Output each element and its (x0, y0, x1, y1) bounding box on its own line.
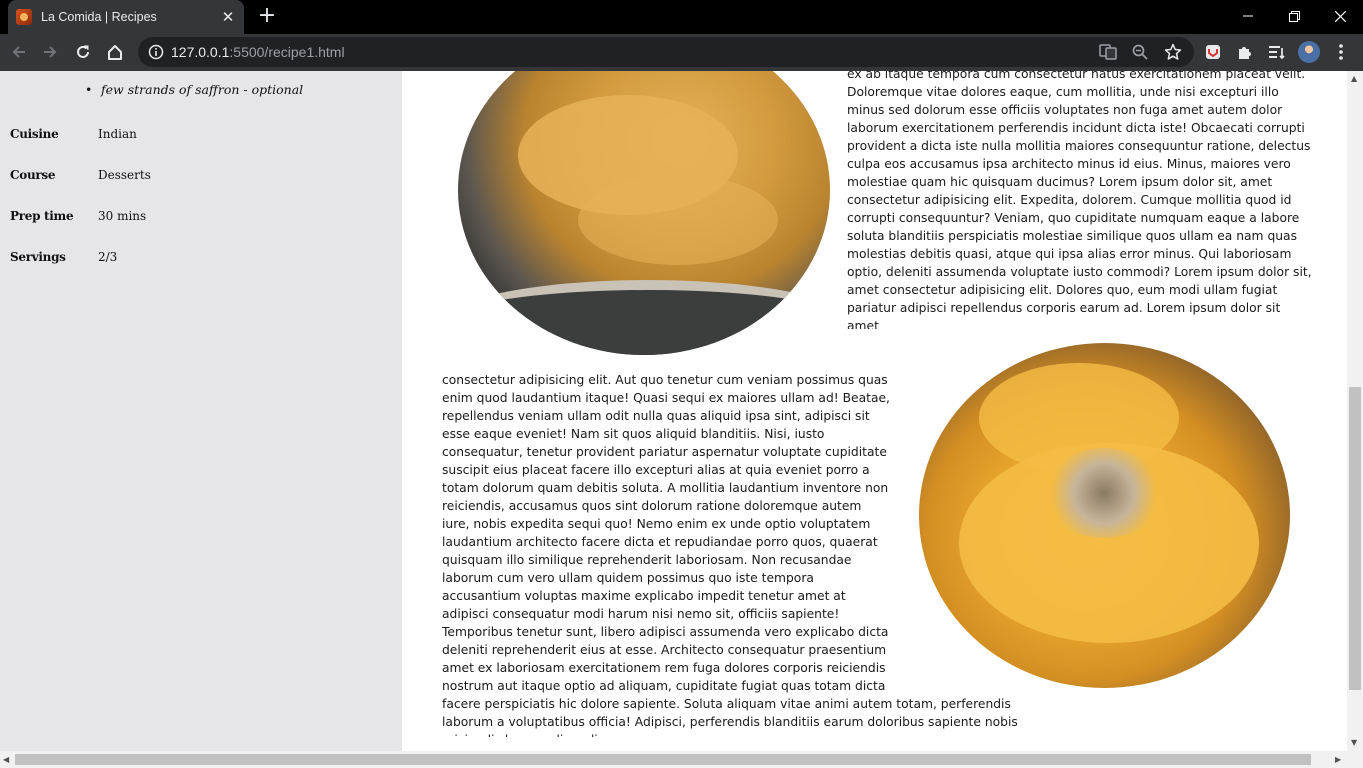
meta-key-course: Course (10, 168, 56, 182)
horizontal-scroll-thumb[interactable] (15, 754, 1311, 765)
meta-value-prep-time: 30 mins (98, 209, 147, 223)
extension-icon[interactable] (1201, 40, 1225, 64)
puzzle-icon[interactable] (1233, 40, 1257, 64)
meta-key-prep-time: Prep time (10, 209, 74, 223)
menu-icon[interactable] (1329, 40, 1353, 64)
restore-icon (1288, 10, 1300, 22)
meta-value-course: Desserts (98, 168, 151, 182)
url-text: 127.0.0.1:5500/recipe1.html (171, 44, 345, 60)
recipe-paragraph-2-wrapper: consectetur adipisicing elit. Aut quo te… (442, 371, 1032, 737)
url-path: :5500/recipe1.html (229, 44, 345, 60)
meta-key-servings: Servings (10, 250, 66, 264)
close-tab-icon[interactable]: ✕ (220, 8, 236, 26)
back-icon[interactable] (7, 40, 31, 64)
close-icon (1334, 10, 1346, 22)
home-icon[interactable] (103, 40, 127, 64)
forward-icon[interactable] (38, 40, 62, 64)
vertical-scroll-thumb[interactable] (1349, 387, 1361, 690)
site-favicon-icon (16, 9, 32, 25)
page-viewport: few strands of saffron - optional Cuisin… (0, 71, 1347, 751)
info-icon[interactable] (148, 44, 164, 64)
scroll-down-icon[interactable]: ▼ (1351, 738, 1357, 747)
zoom-icon[interactable] (1130, 42, 1150, 62)
tab-title: La Comida | Recipes (41, 10, 157, 24)
recipe-sidebar: few strands of saffron - optional Cuisin… (0, 71, 402, 751)
restore-button[interactable] (1271, 0, 1317, 32)
ingredient-text: few strands of saffron - optional (101, 82, 304, 97)
tab-strip: La Comida | Recipes ✕ + (0, 0, 1363, 34)
browser-tab[interactable]: La Comida | Recipes ✕ (8, 0, 244, 34)
ingredient-item: few strands of saffron - optional (85, 82, 304, 97)
minimize-button[interactable] (1225, 0, 1271, 32)
reload-icon[interactable] (71, 40, 95, 64)
meta-value-cuisine: Indian (98, 127, 137, 141)
star-icon[interactable] (1163, 42, 1183, 62)
close-window-button[interactable] (1317, 0, 1363, 32)
horizontal-scrollbar[interactable]: ◀ ▶ (0, 751, 1363, 768)
scroll-up-icon[interactable]: ▲ (1351, 74, 1357, 83)
meta-value-servings: 2/3 (98, 250, 118, 264)
scroll-left-icon[interactable]: ◀ (3, 755, 9, 764)
address-bar[interactable]: 127.0.0.1:5500/recipe1.html (138, 37, 1194, 67)
reading-list-icon[interactable] (1265, 40, 1289, 64)
meta-key-cuisine: Cuisine (10, 127, 59, 141)
recipe-paragraph-1: ex ab itaque tempora cum consectetur nat… (847, 71, 1312, 329)
avatar[interactable] (1297, 40, 1321, 64)
minimize-icon (1243, 15, 1253, 17)
scroll-right-icon[interactable]: ▶ (1335, 755, 1341, 764)
translate-icon[interactable] (1098, 42, 1118, 62)
recipe-image-halwa-pan (458, 71, 830, 355)
url-host: 127.0.0.1 (171, 44, 230, 60)
browser-toolbar: 127.0.0.1:5500/recipe1.html (0, 34, 1363, 71)
new-tab-button[interactable]: + (256, 5, 278, 27)
vertical-scrollbar[interactable]: ▲ ▼ (1347, 71, 1363, 751)
